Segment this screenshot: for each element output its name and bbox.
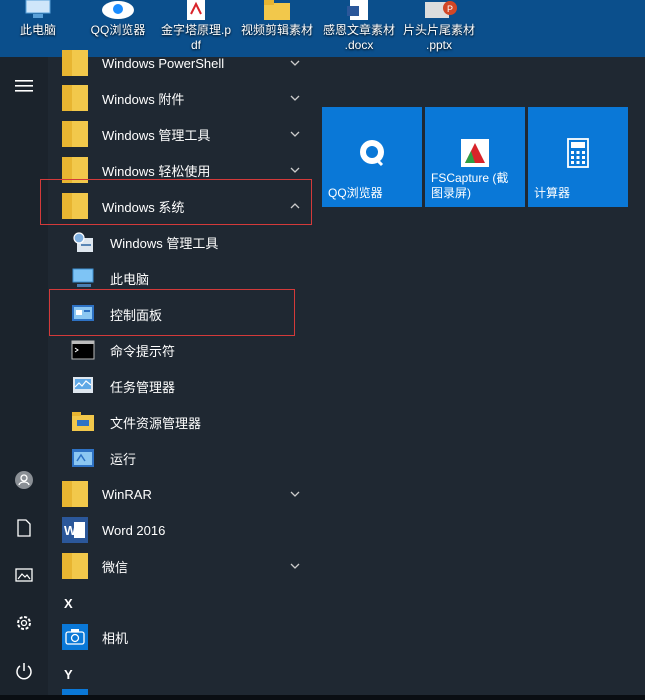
tile-calculator[interactable]: 计算器 [528, 107, 628, 207]
run-icon [72, 449, 94, 467]
app-label: 此电脑 [110, 271, 150, 287]
desktop-icon-label: 片头片尾素材 .pptx [402, 23, 475, 52]
folder-icon [62, 481, 88, 507]
power-button[interactable] [0, 651, 48, 691]
hamburger-menu-icon [15, 80, 33, 92]
chevron-down-icon [290, 131, 300, 137]
chevron-down-icon [290, 563, 300, 569]
start-menu: Windows PowerShell Windows 附件 Windows 管理… [0, 50, 645, 700]
app-task-manager[interactable]: 任务管理器 [48, 368, 310, 404]
svg-text:P: P [447, 4, 453, 14]
app-label: 文件资源管理器 [110, 415, 202, 431]
desktop-icon-qq-browser[interactable]: QQ浏览器 [86, 0, 150, 38]
app-file-explorer[interactable]: 文件资源管理器 [48, 404, 310, 440]
app-label: Windows 管理工具 [110, 235, 219, 251]
app-list: Windows PowerShell Windows 附件 Windows 管理… [48, 50, 310, 700]
app-windows-admin-tools-folder[interactable]: Windows 管理工具 [48, 116, 310, 152]
app-label: 相机 [102, 630, 129, 646]
pictures-button[interactable] [0, 555, 48, 595]
app-windows-accessories[interactable]: Windows 附件 [48, 80, 310, 116]
folder-icon [238, 0, 316, 20]
app-wechat[interactable]: 微信 [48, 548, 310, 584]
command-prompt-icon [71, 340, 95, 360]
app-label: 微信 [102, 559, 129, 575]
this-pc-icon [12, 0, 64, 20]
desktop-icon-docx[interactable]: 感恩文章素材 .docx [320, 0, 398, 53]
document-icon [17, 519, 31, 537]
highlight-box-windows-system [40, 179, 312, 225]
app-label: 运行 [110, 451, 137, 467]
app-label: Windows 管理工具 [102, 127, 211, 143]
tile-label: 计算器 [534, 186, 571, 200]
app-label: WinRAR [102, 486, 152, 502]
word-icon: W [62, 517, 88, 543]
app-label: Word 2016 [102, 522, 166, 538]
desktop-icon-pptx[interactable]: P 片头片尾素材 .pptx [400, 0, 478, 53]
letter-header-x[interactable]: X [64, 596, 73, 611]
calculator-icon [567, 138, 589, 168]
app-run[interactable]: 运行 [48, 440, 310, 476]
powerpoint-document-icon: P [400, 0, 478, 20]
letter-header-y[interactable]: Y [64, 667, 73, 682]
folder-icon [62, 85, 88, 111]
power-icon [16, 663, 32, 680]
desktop-icon-this-pc[interactable]: 此电脑 [12, 0, 64, 38]
app-windows-admin-tools[interactable]: Windows 管理工具 [48, 224, 310, 260]
app-label: 任务管理器 [110, 379, 176, 395]
user-avatar-icon [15, 471, 33, 489]
tile-fscapture[interactable]: FSCapture (截 图录屏) [425, 107, 525, 207]
tile-label: QQ浏览器 [328, 186, 383, 200]
highlight-box-control-panel [49, 289, 295, 336]
folder-icon [62, 553, 88, 579]
pdf-file-icon [160, 0, 232, 20]
desktop-icon-label: 此电脑 [19, 23, 56, 37]
tile-qq-browser[interactable]: QQ浏览器 [322, 107, 422, 207]
chevron-down-icon [290, 95, 300, 101]
svg-text:W: W [64, 523, 77, 538]
word-document-icon [320, 0, 398, 20]
desktop-icon-label: 视频剪辑素材 [240, 23, 313, 37]
chevron-down-icon [290, 491, 300, 497]
app-winrar[interactable]: WinRAR [48, 476, 310, 512]
app-label: Windows 附件 [102, 91, 185, 107]
chevron-down-icon [290, 167, 300, 173]
fscapture-icon [461, 139, 489, 167]
settings-gear-icon [17, 616, 31, 630]
desktop-icon-video-folder[interactable]: 视频剪辑素材 [238, 0, 316, 38]
documents-button[interactable] [0, 508, 48, 548]
app-command-prompt[interactable]: 命令提示符 [48, 332, 310, 368]
folder-icon [62, 121, 88, 147]
app-label: Windows PowerShell [102, 55, 225, 71]
app-word-2016[interactable]: W Word 2016 [48, 512, 310, 548]
this-pc-icon [72, 268, 94, 287]
camera-icon [62, 624, 88, 650]
tile-label: FSCapture (截 图录屏) [431, 171, 509, 200]
settings-button[interactable] [0, 603, 48, 643]
chevron-down-icon [290, 60, 300, 66]
task-manager-icon [73, 377, 93, 393]
user-account-button[interactable] [0, 460, 48, 500]
app-windows-powershell[interactable]: Windows PowerShell [48, 45, 310, 81]
pictures-icon [15, 568, 33, 582]
app-camera[interactable]: 相机 [48, 619, 310, 655]
app-label: Windows 轻松使用 [102, 163, 211, 179]
expand-menu-button[interactable] [0, 66, 48, 106]
file-explorer-icon [72, 412, 94, 431]
admin-tools-icon [73, 232, 93, 252]
desktop-icon-label: 感恩文章素材 .docx [322, 23, 395, 52]
desktop-icon-label: QQ浏览器 [90, 23, 146, 37]
qq-browser-icon [360, 140, 384, 167]
taskbar-edge [0, 695, 645, 700]
qq-browser-icon [86, 0, 150, 20]
start-rail [0, 57, 48, 700]
app-label: 命令提示符 [110, 343, 176, 359]
folder-icon [62, 50, 88, 76]
